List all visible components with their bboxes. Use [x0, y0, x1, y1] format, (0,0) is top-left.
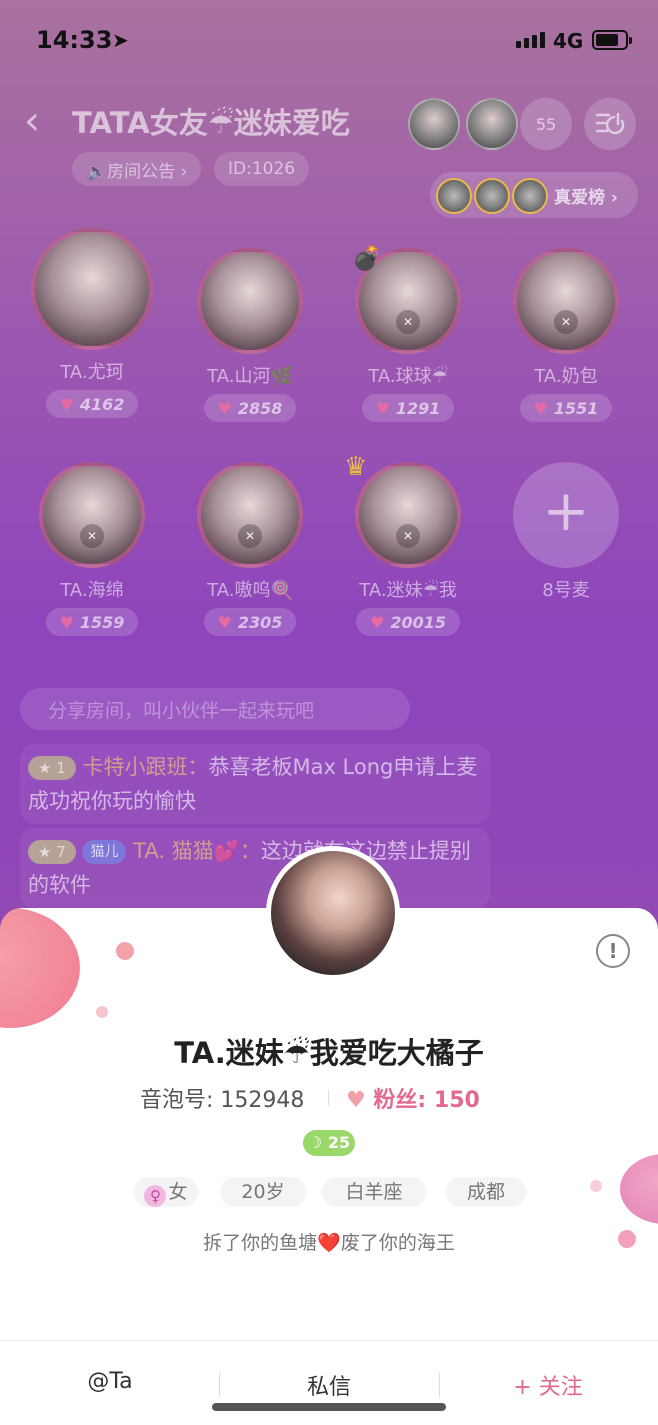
female-icon: ♀ — [144, 1185, 167, 1207]
gender-chip: ♀ 女 — [134, 1177, 198, 1207]
seat-charm-count: ♥ 1551 — [519, 394, 613, 422]
seat-name: TA.尤珂 — [60, 362, 124, 383]
follow-button[interactable]: + 关注 — [448, 1369, 648, 1401]
battery-icon — [592, 30, 632, 50]
at-user-button[interactable]: @Ta — [10, 1369, 210, 1394]
seat-avatar: ✕ — [197, 462, 303, 568]
heart-icon: ♥ — [375, 398, 390, 418]
seat-name: TA.嗷呜🍭 — [207, 580, 293, 601]
seat-name: TA.迷妹☔我 — [359, 580, 457, 601]
seat-charm-count: ♥ 1291 — [361, 394, 455, 422]
heart-icon: ♥ — [59, 394, 74, 414]
mic-muted-icon: ✕ — [396, 310, 420, 334]
mic-seat-3[interactable]: ✕ TA.球球☔ ♥ 1291 — [338, 248, 478, 422]
heart-icon: ♥ — [217, 612, 232, 632]
back-icon[interactable]: ‹ — [24, 101, 40, 141]
divider — [328, 1090, 329, 1106]
signal-icon — [516, 32, 545, 48]
decor-bubble — [0, 908, 80, 1028]
mic-seat-2[interactable]: TA.山河🌿 ♥ 2858 — [180, 248, 320, 422]
age-chip: 20岁 — [220, 1177, 306, 1207]
add-seat-icon: + — [513, 462, 619, 568]
profile-uid: 音泡号: 152948 — [140, 1088, 305, 1113]
profile-action-bar: @Ta 私信 + 关注 — [0, 1340, 658, 1425]
chat-message: ★ 7 猫儿 TA. 猫猫💕：这边就在这边禁止提别的软件 — [20, 828, 490, 908]
heart-icon: ♥ — [533, 398, 548, 418]
exit-room-icon — [595, 112, 625, 135]
seat-name: 8号麦 — [542, 580, 590, 601]
profile-bio: 拆了你的鱼塘❤️废了你的海王 — [203, 1232, 455, 1254]
heart-icon: ♥ — [346, 1088, 366, 1113]
rank-avatar — [474, 178, 510, 214]
city-chip: 成都 — [446, 1177, 526, 1207]
mic-seat-4[interactable]: ✕ TA.奶包 ♥ 1551 — [496, 248, 636, 422]
seat-charm-count: ♥ 2305 — [203, 608, 297, 636]
heart-icon: ♥ — [369, 612, 385, 632]
decor-bubble — [620, 1154, 658, 1224]
rank-label: 真爱榜 › — [554, 188, 618, 208]
crown-icon: ♛ — [344, 452, 368, 482]
seat-avatar: ✕ — [39, 462, 145, 568]
level-badge: ☽ 25 — [303, 1130, 355, 1156]
message-sender[interactable]: TA. 猫猫💕： — [133, 839, 261, 863]
network-type: 4G — [553, 29, 584, 53]
seat-charm-count: ♥ 4162 — [45, 390, 139, 418]
mic-muted-icon: ✕ — [80, 524, 104, 548]
report-icon[interactable]: ! — [596, 934, 630, 968]
profile-nickname: TA.迷妹☔我爱吃大橘子 — [174, 1036, 484, 1070]
seat-avatar — [31, 228, 153, 350]
mic-muted-icon: ✕ — [554, 310, 578, 334]
divider — [439, 1373, 440, 1397]
rank-avatar — [512, 178, 548, 214]
decor-bubble — [96, 1006, 108, 1018]
seat-charm-count: ♥ 2858 — [203, 394, 297, 422]
audience-avatar[interactable] — [408, 98, 460, 150]
room-title: TATA女友☔迷妹爱吃 — [72, 106, 350, 140]
status-bar: 14:33 ➤ 4G — [0, 0, 658, 80]
decor-bubble — [116, 942, 134, 960]
rank-avatar — [436, 178, 472, 214]
mic-seat-7[interactable]: ✕ TA.迷妹☔我 ♥ 20015 — [338, 462, 478, 636]
seat-charm-count: ♥ 20015 — [355, 608, 460, 636]
private-message-button[interactable]: 私信 — [229, 1369, 429, 1401]
divider — [219, 1373, 220, 1397]
seat-avatar — [197, 248, 303, 354]
home-indicator[interactable] — [212, 1403, 446, 1411]
heart-icon: ♥ — [59, 612, 74, 632]
mic-seat-1[interactable]: TA.尤珂 ♥ 4162 — [22, 228, 162, 418]
profile-fans[interactable]: ♥ 粉丝: 150 — [346, 1082, 480, 1114]
audience-avatar[interactable] — [466, 98, 518, 150]
mic-seat-6[interactable]: ✕ TA.嗷呜🍭 ♥ 2305 — [180, 462, 320, 636]
mic-muted-icon: ✕ — [238, 524, 262, 548]
mic-seat-8-empty[interactable]: + 8号麦 — [496, 462, 636, 602]
seat-name: TA.海绵 — [60, 580, 124, 601]
status-time: 14:33 — [36, 26, 113, 54]
seat-name: TA.奶包 — [534, 366, 598, 387]
location-arrow-icon: ➤ — [112, 28, 129, 52]
online-count-button[interactable]: 55 — [520, 98, 572, 150]
mic-seat-5[interactable]: ✕ TA.海绵 ♥ 1559 — [22, 462, 162, 636]
announcement-button[interactable]: 🔈房间公告 › — [72, 152, 202, 186]
message-sender[interactable]: 卡特小跟班： — [82, 755, 208, 779]
true-love-rank-button[interactable]: 真爱榜 › — [430, 172, 638, 218]
share-room-hint[interactable]: 分享房间，叫小伙伴一起来玩吧 — [20, 688, 410, 730]
decor-bubble — [590, 1180, 602, 1192]
seat-name: TA.球球☔ — [368, 366, 448, 387]
bomb-icon: 💣 — [352, 244, 382, 272]
room-id: ID:1026 — [214, 152, 310, 186]
user-level-badge: ★ 7 — [28, 840, 76, 864]
mic-muted-icon: ✕ — [396, 524, 420, 548]
profile-avatar[interactable] — [266, 846, 400, 980]
room-menu-button[interactable] — [584, 98, 636, 150]
heart-icon: ♥ — [217, 398, 232, 418]
chat-message: ★ 1 卡特小跟班：恭喜老板Max Long申请上麦成功祝你玩的愉快 — [20, 744, 490, 824]
seat-name: TA.山河🌿 — [207, 366, 293, 387]
zodiac-chip: 白羊座 — [322, 1177, 426, 1207]
seat-avatar: ✕ — [513, 248, 619, 354]
seat-avatar: ✕ — [355, 462, 461, 568]
seat-charm-count: ♥ 1559 — [45, 608, 139, 636]
fan-club-badge: 猫儿 — [82, 840, 127, 864]
user-level-badge: ★ 1 — [28, 756, 76, 780]
